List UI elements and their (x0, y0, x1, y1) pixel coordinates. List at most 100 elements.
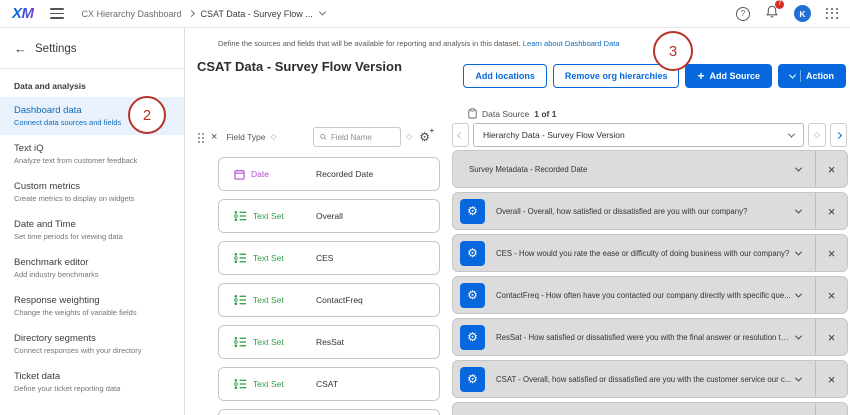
field-name: CSAT (316, 379, 338, 389)
chevron-down-icon[interactable] (795, 164, 802, 171)
sidebar-item-subtitle: Create metrics to display on widgets (14, 194, 170, 203)
field-row[interactable] (218, 409, 440, 415)
add-source-button[interactable]: + Add Source (685, 64, 772, 88)
field-name: ResSat (316, 337, 344, 347)
remove-org-hierarchies-button[interactable]: Remove org hierarchies (553, 64, 680, 88)
sidebar-item-subtitle: Change the weights of variable fields (14, 308, 170, 317)
source-field-row[interactable]: ⚙ ResSat - How satisfied or dissatisfied… (452, 318, 848, 356)
chevron-down-icon[interactable] (795, 290, 802, 297)
field-row[interactable]: Text Set ContactFreq (218, 283, 440, 317)
remove-field-button[interactable]: × (816, 319, 847, 355)
source-count: 1 of 1 (534, 109, 556, 119)
gear-add-icon[interactable]: ⚙+ (419, 131, 430, 143)
menu-icon[interactable] (50, 8, 64, 19)
chevron-down-icon[interactable] (319, 9, 326, 16)
field-type-label: Text Set (253, 337, 284, 347)
source-sort-button[interactable]: ◇ (808, 123, 826, 147)
sidebar-items: Dashboard data Connect data sources and … (0, 97, 184, 401)
data-source-nav: Hierarchy Data - Survey Flow Version ◇ (452, 123, 847, 147)
field-type-column-label: Field Type (226, 132, 265, 142)
next-source-button[interactable] (830, 123, 847, 147)
previous-source-button[interactable] (452, 123, 469, 147)
chevron-down-icon[interactable] (795, 374, 802, 381)
field-settings-button[interactable]: ⚙ (460, 283, 485, 308)
source-field-row[interactable]: Survey Metadata - Recorded Date × (452, 150, 848, 188)
sidebar-item-title: Benchmark editor (14, 257, 170, 268)
sidebar-item-title: Custom metrics (14, 181, 170, 192)
add-locations-button[interactable]: Add locations (463, 64, 547, 88)
sidebar-item[interactable]: Benchmark editor Add industry benchmarks (0, 249, 184, 287)
sort-icon[interactable]: ◇ (406, 133, 412, 141)
learn-about-dashboard-data-link[interactable]: Learn about Dashboard Data (523, 39, 620, 48)
remove-field-button[interactable]: × (816, 361, 847, 397)
sidebar-item-title: Directory segments (14, 333, 170, 344)
sidebar-item[interactable]: Text iQ Analyze text from customer feedb… (0, 135, 184, 173)
field-settings-button[interactable]: ⚙ (460, 367, 485, 392)
breadcrumb-dashboard-link[interactable]: CX Hierarchy Dashboard (82, 9, 182, 19)
field-type-label: Date (251, 169, 269, 179)
field-row[interactable]: Text Set Overall (218, 199, 440, 233)
action-button[interactable]: Action (778, 64, 846, 88)
source-field-row[interactable]: ⚙ Overall - Overall, how satisfied or di… (452, 192, 848, 230)
xm-logo[interactable]: XM (12, 5, 34, 22)
field-row[interactable]: Text Set ResSat (218, 325, 440, 359)
field-table-header: × Field Type ◇ ◇ ⚙+ (197, 125, 430, 149)
source-field-row[interactable]: ⚙ ContactFreq - How often have you conta… (452, 276, 848, 314)
field-settings-button[interactable]: ⚙ (460, 325, 485, 350)
remove-field-button[interactable]: × (816, 151, 847, 187)
help-icon[interactable]: ? (736, 7, 750, 21)
field-type-label: Text Set (253, 211, 284, 221)
sidebar-item-title: Ticket data (14, 371, 170, 382)
data-source-label: Data Source 1 of 1 (468, 108, 556, 119)
dataset-description: Define the sources and fields that will … (218, 39, 620, 48)
apps-grid-icon[interactable] (826, 8, 838, 20)
breadcrumb: CX Hierarchy Dashboard CSAT Data - Surve… (82, 9, 325, 19)
sort-icon[interactable]: ◇ (271, 133, 277, 141)
field-row[interactable]: Date Recorded Date (218, 157, 440, 191)
sidebar-item[interactable]: Response weighting Change the weights of… (0, 287, 184, 325)
source-field-row[interactable]: × (452, 402, 848, 415)
sidebar-item-title: Date and Time (14, 219, 170, 230)
chevron-down-icon (789, 71, 796, 78)
field-type: Text Set (234, 336, 316, 348)
avatar[interactable]: K (794, 5, 811, 22)
source-field-row[interactable]: ⚙ CSAT - Overall, how satisfied or dissa… (452, 360, 848, 398)
text-set-icon (234, 336, 247, 348)
text-set-icon (234, 210, 247, 222)
selected-source: Hierarchy Data - Survey Flow Version (483, 130, 625, 140)
field-type-label: Text Set (253, 295, 284, 305)
source-field-text: ResSat - How satisfied or dissatisfied w… (496, 333, 796, 342)
breadcrumb-current[interactable]: CSAT Data - Survey Flow ... (201, 9, 313, 19)
field-row[interactable]: Text Set CES (218, 241, 440, 275)
sidebar-item-title: Response weighting (14, 295, 170, 306)
sidebar-item[interactable]: Custom metrics Create metrics to display… (0, 173, 184, 211)
field-settings-button[interactable]: ⚙ (460, 199, 485, 224)
sidebar-item-subtitle: Add industry benchmarks (14, 270, 170, 279)
chevron-down-icon[interactable] (795, 332, 802, 339)
remove-field-button[interactable]: × (816, 235, 847, 271)
sidebar-item[interactable]: Directory segments Connect responses wit… (0, 325, 184, 363)
notification-badge: 7 (775, 0, 784, 9)
notifications-bell-icon[interactable]: 7 (765, 4, 779, 24)
close-icon[interactable]: × (211, 132, 217, 143)
divider (815, 403, 816, 415)
source-field-row[interactable]: ⚙ CES - How would you rate the ease or d… (452, 234, 848, 272)
chevron-down-icon[interactable] (795, 248, 802, 255)
clipboard-icon (468, 108, 477, 119)
text-set-icon (234, 378, 247, 390)
section-header: Data and analysis (0, 69, 184, 97)
drag-handle-icon[interactable] (197, 132, 204, 143)
search-input[interactable] (331, 133, 394, 142)
chevron-down-icon[interactable] (795, 206, 802, 213)
field-row[interactable]: Text Set CSAT (218, 367, 440, 401)
sidebar-item[interactable]: Ticket data Define your ticket reporting… (0, 363, 184, 401)
sidebar-item[interactable]: Date and Time Set time periods for viewi… (0, 211, 184, 249)
remove-field-button[interactable]: × (816, 193, 847, 229)
back-arrow-icon: ← (14, 41, 27, 56)
back-to-settings[interactable]: ← Settings (0, 28, 184, 66)
remove-field-button[interactable]: × (816, 277, 847, 313)
field-type-label: Text Set (253, 253, 284, 263)
settings-sidebar: ← Settings Data and analysis Dashboard d… (0, 28, 185, 415)
data-source-select[interactable]: Hierarchy Data - Survey Flow Version (473, 123, 804, 147)
field-settings-button[interactable]: ⚙ (460, 241, 485, 266)
